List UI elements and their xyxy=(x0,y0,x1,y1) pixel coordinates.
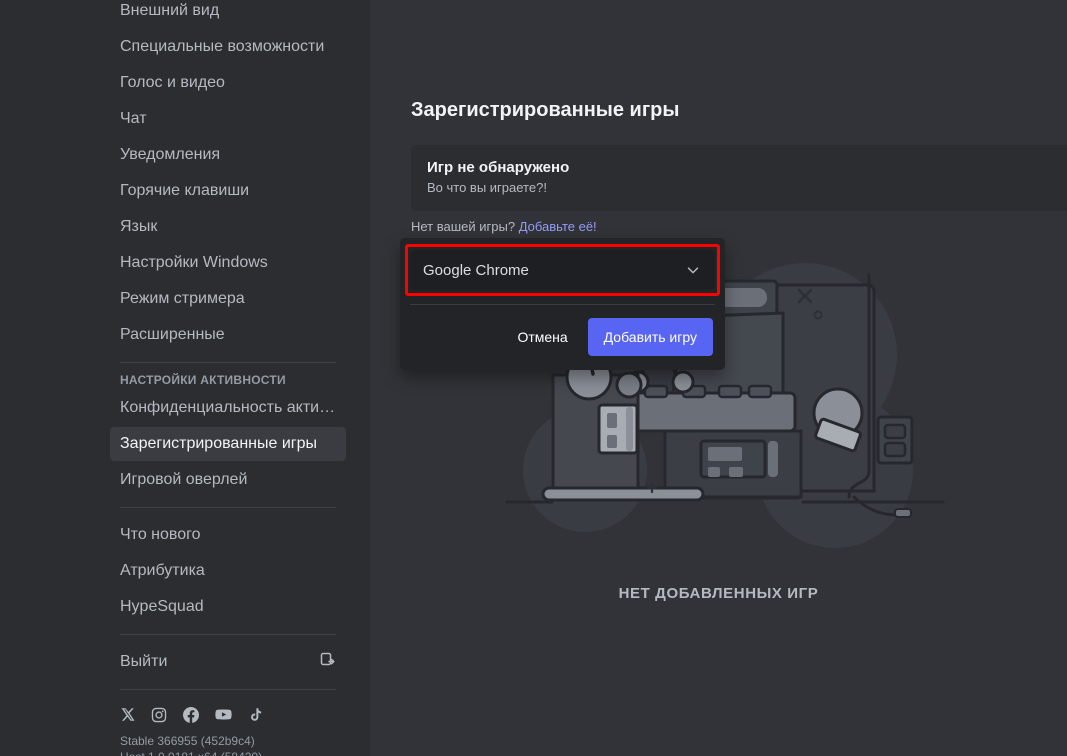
sidebar-item-label: Что нового xyxy=(120,526,201,543)
sidebar-item-label: Уведомления xyxy=(120,146,221,163)
add-game-prompt: Нет вашей игры? Добавьте её! xyxy=(411,219,597,234)
sidebar-divider xyxy=(120,362,336,363)
sidebar-divider xyxy=(120,634,336,635)
sidebar-item-label: Атрибутика xyxy=(120,562,205,579)
sidebar-item-merch[interactable]: Атрибутика xyxy=(110,554,346,588)
settings-content: Зарегистрированные игры Игр не обнаружен… xyxy=(370,0,1067,756)
sidebar-item-hypesquad[interactable]: HypeSquad xyxy=(110,590,346,624)
sidebar-item-advanced[interactable]: Расширенные xyxy=(110,318,346,352)
sidebar-divider xyxy=(120,507,336,508)
sidebar-item-label: Режим стримера xyxy=(120,290,245,307)
instagram-icon[interactable] xyxy=(151,707,167,723)
sidebar-item-streamer-mode[interactable]: Режим стримера xyxy=(110,282,346,316)
sidebar-item-label: Язык xyxy=(120,218,158,235)
logout-label: Выйти xyxy=(120,653,168,670)
add-game-button[interactable]: Добавить игру xyxy=(587,318,713,356)
sidebar-item-label: HypeSquad xyxy=(120,598,204,615)
facebook-icon[interactable] xyxy=(183,706,199,723)
sidebar-item-label: Специальные возможности xyxy=(120,38,325,55)
sidebar-item-label: Чат xyxy=(120,110,147,127)
sidebar-item-label: Настройки Windows xyxy=(120,254,268,271)
add-game-prompt-text: Нет вашей игры? xyxy=(411,219,516,234)
empty-state-label: НЕТ ДОБАВЛЕННЫХ ИГР xyxy=(618,585,819,602)
sidebar-item-notifications[interactable]: Уведомления xyxy=(110,138,346,172)
sidebar-item-label: Голос и видео xyxy=(120,74,225,91)
x-twitter-icon[interactable] xyxy=(120,707,135,722)
tiktok-icon[interactable] xyxy=(248,707,263,722)
sidebar-item-logout[interactable]: Выйти xyxy=(110,645,346,679)
version-line: Host 1.0.9181 x64 (58420) xyxy=(120,749,336,756)
game-select-wrapper: Google Chrome xyxy=(405,244,720,296)
game-select[interactable]: Google Chrome xyxy=(410,250,715,290)
sidebar-item-activity-privacy[interactable]: Конфиденциальность актив... xyxy=(110,391,346,425)
version-info: Stable 366955 (452b9c4) Host 1.0.9181 x6… xyxy=(110,723,346,756)
chevron-down-icon xyxy=(684,261,702,279)
settings-sidebar: Внешний вид Специальные возможности Голо… xyxy=(0,0,370,756)
page-title: Зарегистрированные игры xyxy=(411,99,680,121)
sidebar-item-label: Зарегистрированные игры xyxy=(120,435,317,452)
sidebar-item-label: Горячие клавиши xyxy=(120,182,250,199)
sidebar-item-label: Конфиденциальность актив... xyxy=(120,399,341,416)
sidebar-item-keybinds[interactable]: Горячие клавиши xyxy=(110,174,346,208)
no-game-detected-card: Игр не обнаружено Во что вы играете?! xyxy=(411,145,1067,211)
version-line: Stable 366955 (452b9c4) xyxy=(120,734,255,748)
youtube-icon[interactable] xyxy=(215,706,232,723)
sidebar-divider xyxy=(120,689,336,690)
sidebar-item-chat[interactable]: Чат xyxy=(110,102,346,136)
sidebar-item-game-overlay[interactable]: Игровой оверлей xyxy=(110,463,346,497)
game-select-value: Google Chrome xyxy=(423,261,529,279)
sidebar-item-whats-new[interactable]: Что нового xyxy=(110,518,346,552)
add-game-popout: Google Chrome Отмена Добавить игру xyxy=(400,238,725,370)
popout-actions: Отмена Добавить игру xyxy=(400,305,725,370)
sidebar-section-activity-title: НАСТРОЙКИ АКТИВНОСТИ xyxy=(120,373,286,387)
sidebar-item-label: Внешний вид xyxy=(120,2,220,19)
no-game-card-title: Игр не обнаружено xyxy=(427,159,570,176)
sidebar-item-windows-settings[interactable]: Настройки Windows xyxy=(110,246,346,280)
sidebar-item-label: Игровой оверлей xyxy=(120,471,248,488)
no-game-card-subtitle: Во что вы играете?! xyxy=(427,180,547,195)
sidebar-item-appearance[interactable]: Внешний вид xyxy=(110,0,346,28)
cancel-button[interactable]: Отмена xyxy=(513,327,571,347)
logout-icon xyxy=(320,652,336,673)
sidebar-item-voice-video[interactable]: Голос и видео xyxy=(110,66,346,100)
sidebar-item-registered-games[interactable]: Зарегистрированные игры xyxy=(110,427,346,461)
sidebar-item-language[interactable]: Язык xyxy=(110,210,346,244)
sidebar-item-label: Расширенные xyxy=(120,326,225,343)
social-links xyxy=(110,700,346,723)
discord-settings-window: Внешний вид Специальные возможности Голо… xyxy=(0,0,1067,756)
sidebar-item-accessibility[interactable]: Специальные возможности xyxy=(110,30,346,64)
add-game-link[interactable]: Добавьте её! xyxy=(519,219,597,234)
